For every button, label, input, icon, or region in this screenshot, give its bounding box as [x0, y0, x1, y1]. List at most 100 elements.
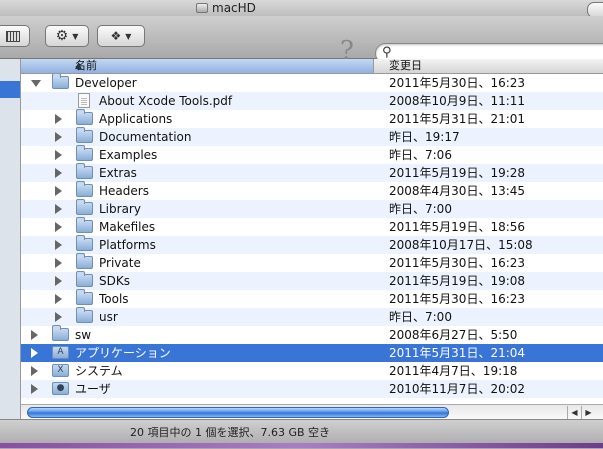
file-name: ユーザ — [75, 382, 111, 396]
list-item[interactable]: Examples 昨日、7:06 — [21, 145, 603, 164]
list-item[interactable]: Library 昨日、7:00 — [21, 199, 603, 218]
date-column-header[interactable]: 変更日 — [389, 59, 422, 73]
modified-date: 2011年5月19日、19:28 — [389, 166, 526, 180]
list-item[interactable]: Makefiles 2011年5月19日、18:56 — [21, 217, 603, 236]
file-name: usr — [99, 310, 118, 324]
list-item[interactable]: sw 2008年6月27日、5:50 — [21, 325, 603, 344]
folder-icon — [76, 235, 93, 251]
disclosure-closed-icon[interactable] — [55, 204, 62, 214]
chevron-down-icon: ▼ — [125, 31, 132, 41]
file-list[interactable]: Developer 2011年5月30日、16:23 About Xcode Too… — [21, 74, 603, 404]
folder-icon — [76, 289, 93, 305]
file-name: Headers — [99, 184, 149, 198]
modified-date: 2011年5月31日、21:04 — [389, 346, 526, 360]
file-name: Examples — [99, 148, 158, 162]
disclosure-closed-icon[interactable] — [55, 312, 62, 322]
disclosure-closed-icon[interactable] — [55, 276, 62, 286]
horizontal-scrollbar[interactable]: ◀ ▶ — [21, 404, 603, 420]
modified-date: 2011年5月19日、19:08 — [389, 274, 526, 288]
disclosure-closed-icon[interactable] — [55, 150, 62, 160]
modified-date: 2008年10月9日、11:11 — [389, 94, 526, 108]
file-name: Documentation — [99, 130, 192, 144]
folder-icon — [52, 74, 69, 89]
modified-date: 昨日、7:00 — [389, 202, 452, 216]
disclosure-closed-icon[interactable] — [55, 294, 62, 304]
dropbox-menu-button[interactable]: ❖ ▼ — [97, 25, 145, 47]
search-icon: ⚲ — [382, 45, 392, 60]
sidebar[interactable] — [0, 59, 21, 419]
disclosure-closed-icon[interactable] — [55, 114, 62, 124]
name-column-header[interactable]: 名前 ▲ — [21, 59, 374, 73]
file-name: Private — [99, 256, 141, 270]
sort-ascending-icon: ▲ — [75, 61, 82, 71]
file-name: About Xcode Tools.pdf — [99, 94, 233, 108]
list-header: 名前 ▲ 変更日 — [21, 59, 603, 74]
disclosure-closed-icon[interactable] — [55, 186, 62, 196]
disclosure-closed-icon[interactable] — [31, 366, 38, 376]
gear-icon: ⚙ — [55, 28, 69, 44]
list-item[interactable]: Platforms 2008年10月17日、15:08 — [21, 235, 603, 254]
folder-icon — [76, 145, 93, 161]
view-mode-button[interactable] — [0, 25, 30, 47]
sidebar-selected-item[interactable] — [0, 81, 20, 98]
modified-date: 2011年5月31日、21:01 — [389, 112, 526, 126]
scroll-left-icon[interactable]: ◀ — [567, 406, 581, 419]
modified-date: 2011年5月30日、16:23 — [389, 292, 526, 306]
disclosure-closed-icon[interactable] — [31, 384, 38, 394]
list-item[interactable]: Private 2011年5月30日、16:23 — [21, 253, 603, 272]
list-item[interactable]: Extras 2011年5月19日、19:28 — [21, 163, 603, 182]
disk-icon — [196, 3, 208, 13]
disclosure-closed-icon[interactable] — [55, 222, 62, 232]
modified-date: 2011年5月19日、18:56 — [389, 220, 526, 234]
list-item[interactable]: X システム 2011年4月7日、19:18 — [21, 362, 603, 380]
folder-icon — [76, 271, 93, 287]
modified-date: 2008年4月30日、13:45 — [389, 184, 526, 198]
modified-date: 2011年5月30日、16:23 — [389, 76, 526, 90]
folder-icon — [76, 127, 93, 143]
file-name: Developer — [75, 76, 137, 90]
disclosure-closed-icon[interactable] — [55, 132, 62, 142]
system-folder-icon: X — [52, 364, 69, 377]
list-item[interactable]: A アプリケーション 2011年5月31日、21:04 — [21, 344, 603, 362]
disclosure-closed-icon[interactable] — [55, 240, 62, 250]
modified-date: 昨日、7:00 — [389, 310, 452, 324]
chevron-down-icon: ▼ — [72, 31, 79, 41]
scrollbar-thumb[interactable] — [27, 407, 449, 418]
window-title: macHD — [196, 0, 256, 16]
folder-icon — [76, 163, 93, 179]
title-bar: macHD — [0, 0, 603, 18]
file-name: Platforms — [99, 238, 156, 252]
list-item[interactable]: Headers 2008年4月30日、13:45 — [21, 181, 603, 200]
folder-icon — [76, 109, 93, 125]
file-name: Makefiles — [99, 220, 156, 234]
list-item[interactable]: SDKs 2011年5月19日、19:08 — [21, 271, 603, 290]
list-item[interactable]: Applications 2011年5月31日、21:01 — [21, 109, 603, 128]
list-item[interactable]: ● ユーザ 2010年11月7日、20:02 — [21, 380, 603, 398]
scroll-right-icon[interactable]: ▶ — [581, 406, 595, 419]
file-name: SDKs — [99, 274, 130, 288]
file-name: システム — [75, 364, 123, 378]
list-item[interactable]: Documentation 昨日、19:17 — [21, 127, 603, 146]
folder-icon — [76, 217, 93, 233]
modified-date: 2008年10月17日、15:08 — [389, 238, 533, 252]
disclosure-closed-icon[interactable] — [55, 168, 62, 178]
list-item[interactable]: Developer 2011年5月30日、16:23 — [21, 74, 603, 92]
modified-date: 2010年11月7日、20:02 — [389, 382, 526, 396]
folder-icon — [76, 199, 93, 215]
action-menu-button[interactable]: ⚙ ▼ — [45, 25, 89, 47]
file-name: sw — [75, 328, 92, 342]
dropbox-icon: ❖ — [110, 29, 122, 43]
list-item[interactable]: usr 昨日、7:00 — [21, 307, 603, 326]
disclosure-open-icon[interactable] — [31, 80, 41, 87]
users-folder-icon: ● — [52, 382, 69, 395]
file-name: アプリケーション — [75, 346, 171, 360]
file-name: Extras — [99, 166, 137, 180]
list-item[interactable]: About Xcode Tools.pdf 2008年10月9日、11:11 — [21, 92, 603, 110]
file-name: Applications — [99, 112, 173, 126]
list-item[interactable]: Tools 2011年5月30日、16:23 — [21, 289, 603, 308]
toolbar: ⚙ ▼ ❖ ▼ ? ⚲ — [0, 16, 603, 64]
disclosure-closed-icon[interactable] — [31, 348, 38, 358]
disclosure-closed-icon[interactable] — [55, 258, 62, 268]
disclosure-closed-icon[interactable] — [31, 330, 38, 340]
modified-date: 昨日、19:17 — [389, 130, 460, 144]
